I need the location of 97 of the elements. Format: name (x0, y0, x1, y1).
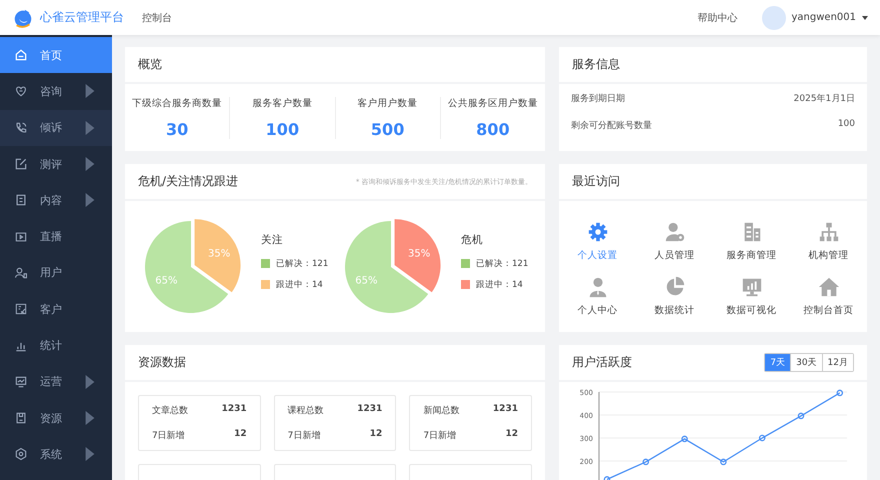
chevron-icon (83, 84, 97, 98)
resource-value: 12 (234, 429, 247, 441)
card-title: 服务信息 (572, 56, 620, 73)
menu-icon (14, 193, 28, 208)
slice-label: 65% (155, 275, 178, 286)
resource-label: 7日新增 (423, 430, 456, 442)
range-tab[interactable]: 7天 (765, 354, 790, 371)
stat-label: 公共服务区用户数量 (448, 96, 538, 110)
info-value: 2025年1月1日 (794, 92, 855, 105)
resource-label: 课程总数 (288, 404, 324, 417)
stat-value: 100 (266, 120, 300, 138)
info-value: 100 (838, 119, 855, 131)
info-label: 剩余可分配账号数量 (571, 120, 652, 132)
menu-icon (14, 266, 28, 280)
legend-label: 已解决：121 (476, 258, 528, 270)
resource-value: 12 (505, 429, 518, 441)
sidebar-item[interactable]: 用户 (0, 254, 112, 292)
data-point (720, 458, 727, 466)
slice-label: 35% (408, 248, 430, 260)
menu-icon (14, 84, 28, 98)
chevron-icon (83, 193, 97, 208)
data-point (604, 476, 610, 480)
resource-value: 12 (370, 429, 382, 441)
chevron-icon (83, 447, 97, 462)
resource-label: 文章总数 (152, 404, 188, 417)
sidebar-item[interactable]: 倾诉 (0, 110, 112, 146)
resource-label: 7日新增 (288, 430, 320, 442)
shortcut-icon (818, 276, 840, 298)
card-title: 用户活跃度 (572, 354, 632, 371)
shortcut-item[interactable]: 人员管理 (636, 221, 713, 262)
shortcut-item[interactable]: 数据可视化 (713, 276, 790, 317)
legend-label: 跟进中：14 (276, 278, 323, 290)
pie-title: 危机 (461, 232, 484, 246)
shortcut-item[interactable]: 控制台首页 (790, 276, 867, 317)
card-title: 危机/关注情况跟进 (138, 173, 238, 190)
sidebar-item[interactable]: 运营 (0, 364, 112, 400)
shortcut-item[interactable]: 数据统计 (636, 276, 713, 317)
menu-icon (14, 230, 28, 244)
shortcut-icon (740, 276, 762, 298)
legend-label: 跟进中：14 (476, 278, 523, 290)
data-point (798, 412, 804, 420)
pie-title: 关注 (261, 232, 284, 246)
shortcut-item[interactable]: 个人设置 (559, 221, 636, 262)
resource-label: 7日新增 (152, 430, 185, 442)
card-title: 最近访问 (572, 173, 620, 190)
sidebar-item[interactable]: 统计 (0, 327, 112, 364)
sidebar-item[interactable]: 首页 (0, 37, 112, 74)
sidebar-item[interactable]: 测评 (0, 146, 112, 182)
menu-icon (14, 374, 28, 389)
sidebar-item[interactable]: 内容 (0, 182, 112, 218)
stat-value: 800 (476, 120, 510, 138)
slice-label: 35% (208, 248, 230, 260)
sidebar-item[interactable]: 系统 (0, 436, 112, 473)
menu-icon (14, 157, 28, 172)
stat-label: 服务客户数量 (252, 96, 312, 110)
shortcut-icon (664, 221, 686, 243)
username[interactable]: yangwen001 (792, 12, 856, 23)
shortcut-icon (586, 221, 608, 243)
menu-icon (14, 447, 28, 462)
data-point (681, 436, 688, 442)
range-tab[interactable]: 12月 (822, 354, 853, 371)
data-point (758, 434, 766, 442)
shortcut-item[interactable]: 个人中心 (559, 276, 636, 317)
chevron-icon (83, 411, 97, 426)
chevron-icon (83, 120, 97, 135)
section-title: 控制台 (142, 12, 172, 24)
sidebar-item[interactable]: 咨询 (0, 73, 112, 110)
menu-icon (14, 411, 28, 426)
card-title: 资源数据 (138, 354, 186, 371)
info-label: 服务到期日期 (571, 92, 625, 105)
menu-icon (14, 120, 28, 135)
brand-name: 心雀云管理平台 (40, 9, 124, 26)
data-point (836, 390, 844, 396)
resource-label: 新闻总数 (423, 404, 460, 417)
chevron-icon (83, 374, 97, 389)
sidebar-item[interactable]: 直播 (0, 218, 112, 255)
resource-value: 1231 (222, 404, 247, 416)
sidebar-item[interactable]: 客户 (0, 291, 112, 328)
shortcut-item[interactable]: 机构管理 (790, 221, 867, 262)
stat-value: 30 (166, 120, 188, 138)
card-title: 概览 (138, 56, 162, 73)
slice-label: 65% (355, 275, 378, 286)
stat-value: 500 (370, 120, 404, 138)
shortcut-icon (818, 221, 840, 243)
resource-value: 1231 (357, 404, 382, 416)
help-link[interactable]: 帮助中心 (698, 10, 738, 24)
chevron-icon (83, 157, 97, 172)
legend-label: 已解决：121 (276, 258, 328, 270)
stat-label: 下级综合服务商数量 (132, 96, 222, 110)
menu-icon (14, 48, 28, 62)
sidebar-item[interactable]: 资源 (0, 400, 112, 436)
menu-icon (14, 302, 28, 316)
data-point (642, 458, 650, 466)
shortcut-item[interactable]: 服务商管理 (713, 221, 790, 262)
resource-value: 1231 (492, 404, 518, 416)
caret-icon[interactable] (862, 16, 868, 20)
stat-label: 客户用户数量 (358, 96, 418, 110)
